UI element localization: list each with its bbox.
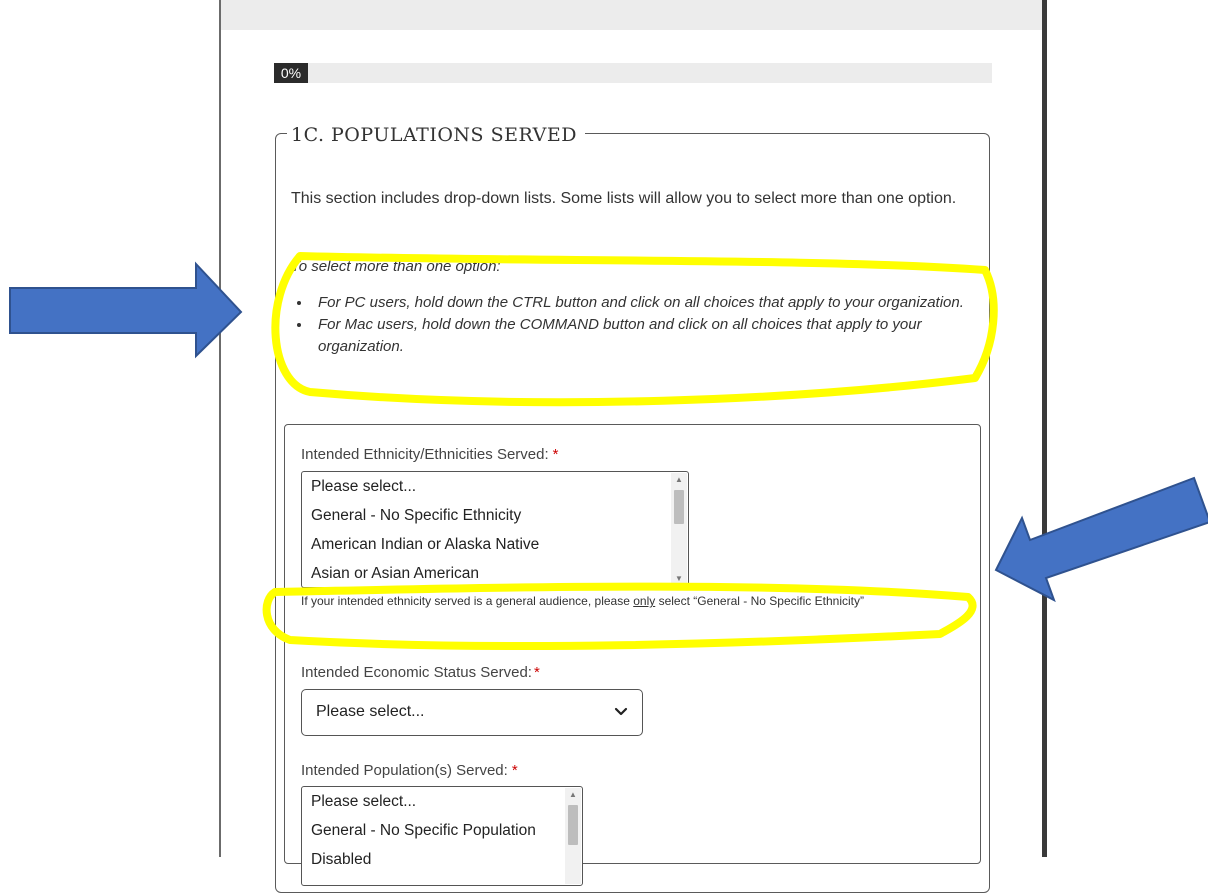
economic-selected-value: Please select... (316, 703, 425, 720)
instruction-pc: For PC users, hold down the CTRL button … (312, 292, 992, 314)
ethnicity-option[interactable]: American Indian or Alaska Native (302, 530, 688, 559)
ethnicity-option[interactable]: General - No Specific Ethnicity (302, 501, 688, 530)
chevron-down-icon (614, 707, 628, 716)
economic-status-select[interactable]: Please select... (301, 689, 643, 736)
ethnicity-option[interactable]: Asian or Asian American (302, 559, 688, 587)
instruction-mac: For Mac users, hold down the COMMAND but… (312, 314, 992, 358)
scroll-up-arrow-icon[interactable]: ▲ (565, 788, 581, 802)
section-intro: This section includes drop-down lists. S… (291, 190, 957, 207)
progress-label: 0% (274, 63, 308, 83)
scroll-down-arrow-icon[interactable]: ▼ (671, 572, 687, 586)
scroll-up-arrow-icon[interactable]: ▲ (671, 473, 687, 487)
ethnicity-helper-text: If your intended ethnicity served is a g… (301, 594, 864, 608)
page-right-border (1042, 0, 1047, 857)
population-option[interactable]: Disabled (302, 845, 582, 874)
required-marker: * (533, 664, 540, 681)
ethnicity-scroll-thumb[interactable] (674, 490, 684, 524)
population-multiselect[interactable]: Please select... General - No Specific P… (301, 786, 583, 886)
ethnicity-multiselect[interactable]: Please select... General - No Specific E… (301, 471, 689, 588)
population-option[interactable]: Please select... (302, 787, 582, 816)
arrow-left-icon (9, 261, 243, 359)
population-scrollbar[interactable]: ▲ (565, 788, 581, 884)
population-scroll-thumb[interactable] (568, 805, 578, 845)
ethnicity-label: Intended Ethnicity/Ethnicities Served: * (301, 446, 559, 463)
page-left-border (219, 0, 221, 857)
ethnicity-option[interactable]: Please select... (302, 472, 688, 501)
ethnicity-scrollbar[interactable]: ▲ ▼ (671, 473, 687, 586)
required-marker: * (511, 762, 518, 779)
required-marker: * (552, 446, 559, 463)
arrow-right-icon (994, 476, 1208, 603)
economic-label: Intended Economic Status Served: * (301, 664, 540, 681)
header-bar (221, 0, 1042, 30)
instructions-list: For PC users, hold down the CTRL button … (296, 292, 992, 358)
population-option[interactable]: General - No Specific Population (302, 816, 582, 845)
instructions-title: To select more than one option: (291, 258, 501, 275)
progress-bar (274, 63, 992, 83)
section-title: 1C. POPULATIONS SERVED (287, 122, 585, 148)
population-label: Intended Population(s) Served: * (301, 762, 518, 779)
